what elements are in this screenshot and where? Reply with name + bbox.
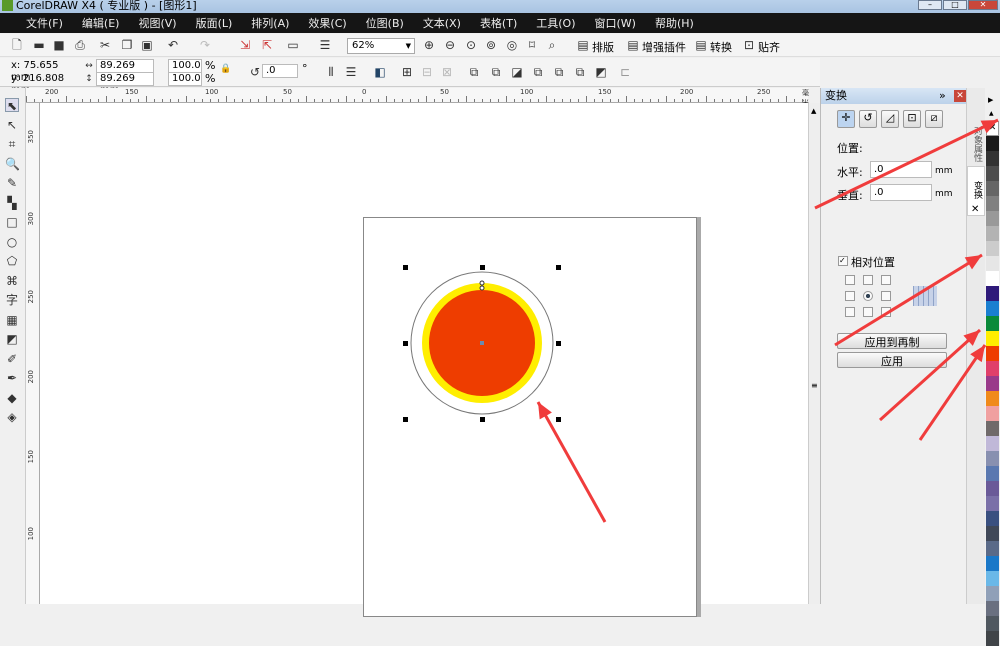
color-swatch[interactable] bbox=[986, 556, 999, 571]
color-swatch[interactable] bbox=[986, 436, 999, 451]
anchor-center[interactable] bbox=[863, 291, 873, 301]
rotate-mode-button[interactable]: ↺ bbox=[859, 110, 877, 128]
handle-bottom[interactable] bbox=[480, 417, 485, 422]
vertical-scrollbar[interactable]: ▲ ≡ bbox=[808, 103, 820, 604]
color-swatch[interactable] bbox=[986, 601, 999, 616]
color-swatch[interactable] bbox=[986, 181, 999, 196]
no-color-swatch[interactable]: ✕ bbox=[986, 121, 999, 136]
relative-position-checkbox[interactable]: ✓ bbox=[838, 256, 848, 266]
handle-bottom-left[interactable] bbox=[403, 417, 408, 422]
skew-mode-button[interactable]: ⧄ bbox=[925, 110, 943, 128]
relative-position-label: 相对位置 bbox=[851, 256, 895, 269]
color-swatch[interactable] bbox=[986, 241, 999, 256]
size-mode-button[interactable]: ⊡ bbox=[903, 110, 921, 128]
handle-right[interactable] bbox=[556, 341, 561, 346]
handle-top-left[interactable] bbox=[403, 265, 408, 270]
tab-close-icon[interactable]: ✕ bbox=[971, 204, 979, 215]
color-swatch[interactable] bbox=[986, 541, 999, 556]
vertical-unit: mm bbox=[935, 189, 953, 199]
color-swatch[interactable] bbox=[986, 571, 999, 586]
horizontal-label: 水平: bbox=[837, 166, 863, 179]
docker-title: 变换 bbox=[825, 89, 847, 102]
color-swatch[interactable] bbox=[986, 256, 999, 271]
palette-scroll-up-icon[interactable]: ▲ bbox=[989, 110, 994, 117]
color-swatch[interactable] bbox=[986, 631, 999, 646]
anchor-left[interactable] bbox=[845, 291, 855, 301]
position-mode-button[interactable]: ✛ bbox=[837, 110, 855, 128]
color-swatch[interactable] bbox=[986, 151, 999, 166]
color-swatch[interactable] bbox=[986, 136, 999, 151]
anchor-bottom-left[interactable] bbox=[845, 307, 855, 317]
expand-icon[interactable]: » bbox=[939, 88, 946, 104]
anchor-right[interactable] bbox=[881, 291, 891, 301]
anchor-bottom[interactable] bbox=[863, 307, 873, 317]
color-swatch[interactable] bbox=[986, 361, 999, 376]
anchor-bottom-right[interactable] bbox=[881, 307, 891, 317]
scroll-up-icon[interactable]: ▲ bbox=[811, 107, 816, 115]
color-swatch[interactable] bbox=[986, 526, 999, 541]
anchor-top-right[interactable] bbox=[881, 275, 891, 285]
color-swatch[interactable] bbox=[986, 466, 999, 481]
color-swatch[interactable] bbox=[986, 316, 999, 331]
color-swatch[interactable] bbox=[986, 286, 999, 301]
apply-button[interactable]: 应用 bbox=[837, 352, 947, 368]
docker-close-button[interactable]: ✕ bbox=[954, 90, 966, 102]
color-swatch[interactable] bbox=[986, 346, 999, 361]
color-swatch[interactable] bbox=[986, 451, 999, 466]
vertical-label: 垂直: bbox=[837, 189, 863, 202]
position-section-label: 位置: bbox=[837, 142, 863, 155]
handle-top-right[interactable] bbox=[556, 265, 561, 270]
horizontal-input[interactable]: .0 bbox=[870, 161, 932, 178]
handle-bottom-right[interactable] bbox=[556, 417, 561, 422]
horizontal-unit: mm bbox=[935, 166, 953, 176]
apply-to-duplicate-button[interactable]: 应用到再制 bbox=[837, 333, 947, 349]
color-swatch[interactable] bbox=[986, 271, 999, 286]
anchor-top[interactable] bbox=[863, 275, 873, 285]
color-swatch[interactable] bbox=[986, 586, 999, 601]
color-swatch[interactable] bbox=[986, 226, 999, 241]
scale-mode-button[interactable]: ◿ bbox=[881, 110, 899, 128]
color-swatch[interactable] bbox=[986, 496, 999, 511]
anchor-top-left[interactable] bbox=[845, 275, 855, 285]
node-handle[interactable] bbox=[479, 280, 485, 286]
vertical-input[interactable]: .0 bbox=[870, 184, 932, 201]
color-swatch[interactable] bbox=[986, 391, 999, 406]
handle-left[interactable] bbox=[403, 341, 408, 346]
tab-object-properties[interactable]: 对象属性 bbox=[968, 108, 984, 166]
docker-tabs: 对象属性 变换 ✕ bbox=[966, 88, 985, 604]
color-swatch[interactable] bbox=[986, 511, 999, 526]
color-palette: ▶ ▲ ✕ bbox=[985, 88, 1000, 646]
color-swatch[interactable] bbox=[986, 301, 999, 316]
center-marker bbox=[480, 341, 484, 345]
color-swatch[interactable] bbox=[986, 406, 999, 421]
docker-header: 变换 » ✕ bbox=[821, 88, 967, 104]
color-swatch[interactable] bbox=[986, 376, 999, 391]
palette-flyout-icon[interactable]: ▶ bbox=[988, 96, 993, 104]
color-swatch[interactable] bbox=[986, 211, 999, 226]
position-preview-icon bbox=[913, 286, 937, 306]
color-swatch[interactable] bbox=[986, 196, 999, 211]
color-swatch[interactable] bbox=[986, 481, 999, 496]
handle-top[interactable] bbox=[480, 265, 485, 270]
color-swatch[interactable] bbox=[986, 616, 999, 631]
transform-docker: 变换 » ✕ ✛ ↺ ◿ ⊡ ⧄ 位置: 水平: .0 mm 垂直: .0 mm… bbox=[820, 88, 967, 604]
scroll-thumb-grip-icon[interactable]: ≡ bbox=[811, 381, 818, 390]
color-swatch[interactable] bbox=[986, 166, 999, 181]
color-swatch[interactable] bbox=[986, 331, 999, 346]
node-handle[interactable] bbox=[479, 285, 485, 291]
color-swatch[interactable] bbox=[986, 421, 999, 436]
